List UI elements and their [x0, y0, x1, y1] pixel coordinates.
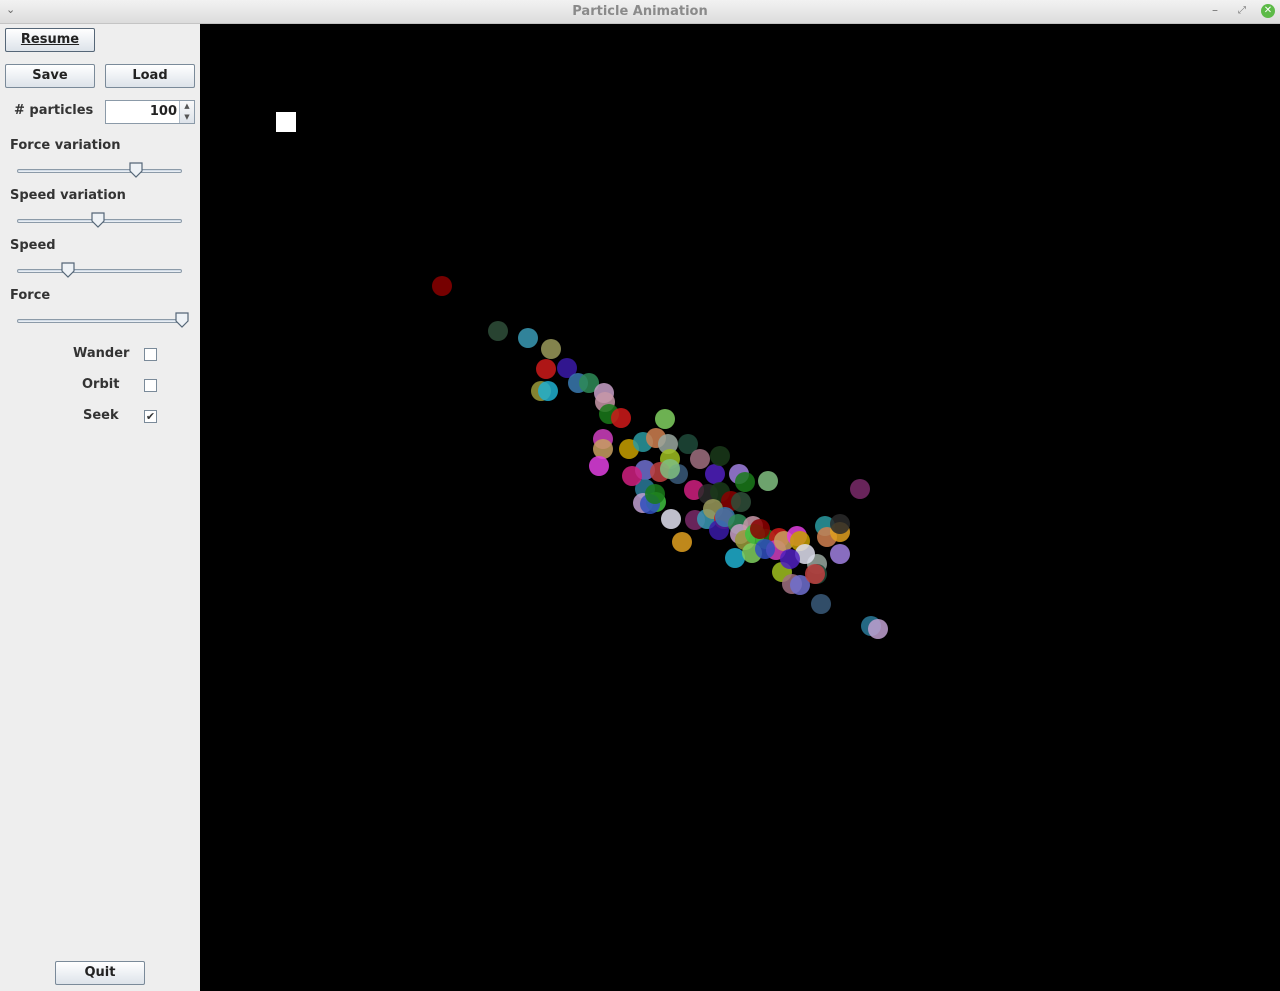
save-button[interactable]: Save	[5, 64, 95, 88]
control-panel: Resume Save Load # particles 100 ▲ ▼ For…	[0, 24, 200, 991]
particle	[755, 539, 775, 559]
particle	[705, 464, 725, 484]
particle	[660, 459, 680, 479]
window-title: Particle Animation	[572, 4, 708, 19]
force-variation-thumb[interactable]	[129, 162, 143, 178]
particle	[735, 472, 755, 492]
speed-label: Speed	[10, 238, 56, 253]
seek-target-marker[interactable]	[276, 112, 296, 132]
restore-icon[interactable]: ⤢	[1238, 5, 1246, 16]
particle	[780, 549, 800, 569]
particle	[589, 456, 609, 476]
force-thumb[interactable]	[175, 312, 189, 328]
particle	[830, 514, 850, 534]
resume-button[interactable]: Resume	[5, 28, 95, 52]
particle	[758, 471, 778, 491]
particles-value[interactable]: 100	[106, 104, 179, 119]
force-variation-label: Force variation	[10, 138, 121, 153]
minimize-icon[interactable]: –	[1212, 3, 1218, 17]
particles-label: # particles	[14, 103, 94, 118]
close-icon[interactable]: ✕	[1261, 4, 1275, 18]
title-bar: ⌄ Particle Animation – ⤢ ✕	[0, 0, 1280, 24]
spinner-up-icon[interactable]: ▲	[180, 101, 194, 112]
particle	[731, 492, 751, 512]
speed-variation-label: Speed variation	[10, 188, 126, 203]
particle	[645, 484, 665, 504]
particle	[655, 409, 675, 429]
particle	[661, 509, 681, 529]
force-slider[interactable]	[17, 319, 182, 323]
spinner-arrows[interactable]: ▲ ▼	[179, 101, 194, 123]
speed-thumb[interactable]	[61, 262, 75, 278]
particle	[725, 548, 745, 568]
force-variation-slider[interactable]	[17, 169, 182, 173]
wander-label: Wander	[73, 346, 130, 361]
orbit-checkbox[interactable]	[144, 379, 157, 392]
speed-variation-thumb[interactable]	[91, 212, 105, 228]
particle	[868, 619, 888, 639]
particle	[805, 564, 825, 584]
wander-checkbox[interactable]	[144, 348, 157, 361]
particle	[536, 359, 556, 379]
particle	[538, 381, 558, 401]
force-label: Force	[10, 288, 51, 303]
orbit-label: Orbit	[82, 377, 120, 392]
particle	[850, 479, 870, 499]
particles-spinner[interactable]: 100 ▲ ▼	[105, 100, 195, 124]
quit-button[interactable]: Quit	[55, 961, 145, 985]
particle	[488, 321, 508, 341]
speed-slider[interactable]	[17, 269, 182, 273]
particle	[518, 328, 538, 348]
seek-label: Seek	[83, 408, 119, 423]
spinner-down-icon[interactable]: ▼	[180, 112, 194, 123]
particle	[611, 408, 631, 428]
particle	[622, 466, 642, 486]
particle	[710, 446, 730, 466]
particle	[432, 276, 452, 296]
particle	[830, 544, 850, 564]
particle	[690, 449, 710, 469]
seek-checkbox[interactable]: ✔	[144, 410, 157, 423]
particle	[750, 519, 770, 539]
particle	[811, 594, 831, 614]
particle	[541, 339, 561, 359]
particle-field	[276, 112, 888, 639]
load-button[interactable]: Load	[105, 64, 195, 88]
particle	[672, 532, 692, 552]
animation-canvas[interactable]	[200, 24, 1280, 991]
particle	[593, 439, 613, 459]
